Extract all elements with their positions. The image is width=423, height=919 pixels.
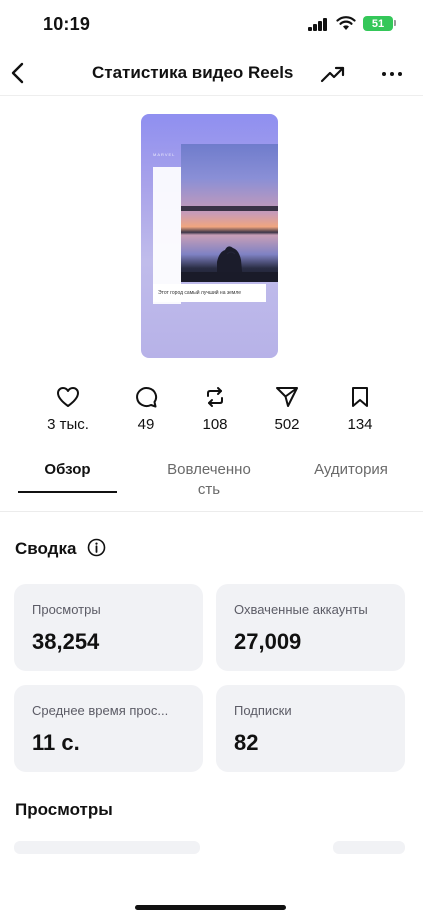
more-options-icon[interactable] [380,61,404,87]
avg-watch-time-card[interactable]: Среднее время прос... 11 с. [14,685,203,772]
tab-overview[interactable]: Обзор [18,460,117,480]
loading-placeholder [14,841,200,854]
heart-icon [57,387,79,407]
card-label: Среднее время прос... [32,703,169,718]
card-value: 11 с. [32,730,80,755]
shares-count: 502 [274,416,300,433]
reel-photo [181,144,278,282]
info-icon[interactable] [87,538,106,557]
page-title: Статистика видео Reels [92,63,294,82]
card-value: 82 [234,730,259,755]
battery-level: 51 [371,17,385,30]
loading-placeholder [333,841,405,854]
comments-count: 49 [137,416,155,433]
tab-bar: Обзор Вовлеченно сть Аудитория [0,460,423,512]
follows-card[interactable]: Подписки 82 [216,685,405,772]
battery-tip [394,20,396,26]
silhouette-image [181,206,278,282]
reposts-count: 108 [202,416,228,433]
views-card[interactable]: Просмотры 38,254 [14,584,203,671]
nav-bar: Статистика видео Reels [0,52,423,96]
card-label: Охваченные аккаунты [234,602,368,617]
stat-shares: 502 [252,386,322,433]
share-icon [276,387,298,407]
views-section-title: Просмотры [15,800,113,819]
stat-reposts: 108 [180,386,250,433]
tab-engagement[interactable]: Вовлеченно сть [155,460,263,500]
battery-icon: 51 [363,16,393,31]
tab-audience[interactable]: Аудитория [300,460,402,480]
cellular-signal-icon [308,18,328,31]
status-time: 10:19 [43,14,91,34]
summary-title: Сводка [15,539,77,558]
reel-brand: MARVEL [153,152,176,157]
engagement-stats: 3 тыс. 49 108 502 134 [0,386,423,436]
reel-thumbnail[interactable]: MARVEL Этот город самый лучший на земле [141,114,278,358]
stat-comments: 49 [111,386,181,433]
bookmark-icon [352,387,368,407]
wifi-icon [336,16,356,30]
reel-caption: Этот город самый лучший на земле [153,284,266,302]
reached-accounts-card[interactable]: Охваченные аккаунты 27,009 [216,584,405,671]
likes-count: 3 тыс. [47,416,89,433]
saves-count: 134 [347,416,373,433]
home-indicator[interactable] [135,905,286,910]
back-chevron-icon[interactable] [6,60,32,86]
status-bar: 10:19 51 [0,0,423,50]
comment-icon [136,387,158,408]
card-value: 38,254 [32,629,100,654]
card-label: Подписки [234,703,292,718]
card-label: Просмотры [32,602,101,617]
card-value: 27,009 [234,629,302,654]
active-tab-indicator [18,491,117,493]
stat-saves: 134 [325,386,395,433]
repost-icon [207,387,223,407]
trending-up-icon[interactable] [320,61,346,87]
stat-likes: 3 тыс. [33,386,103,433]
